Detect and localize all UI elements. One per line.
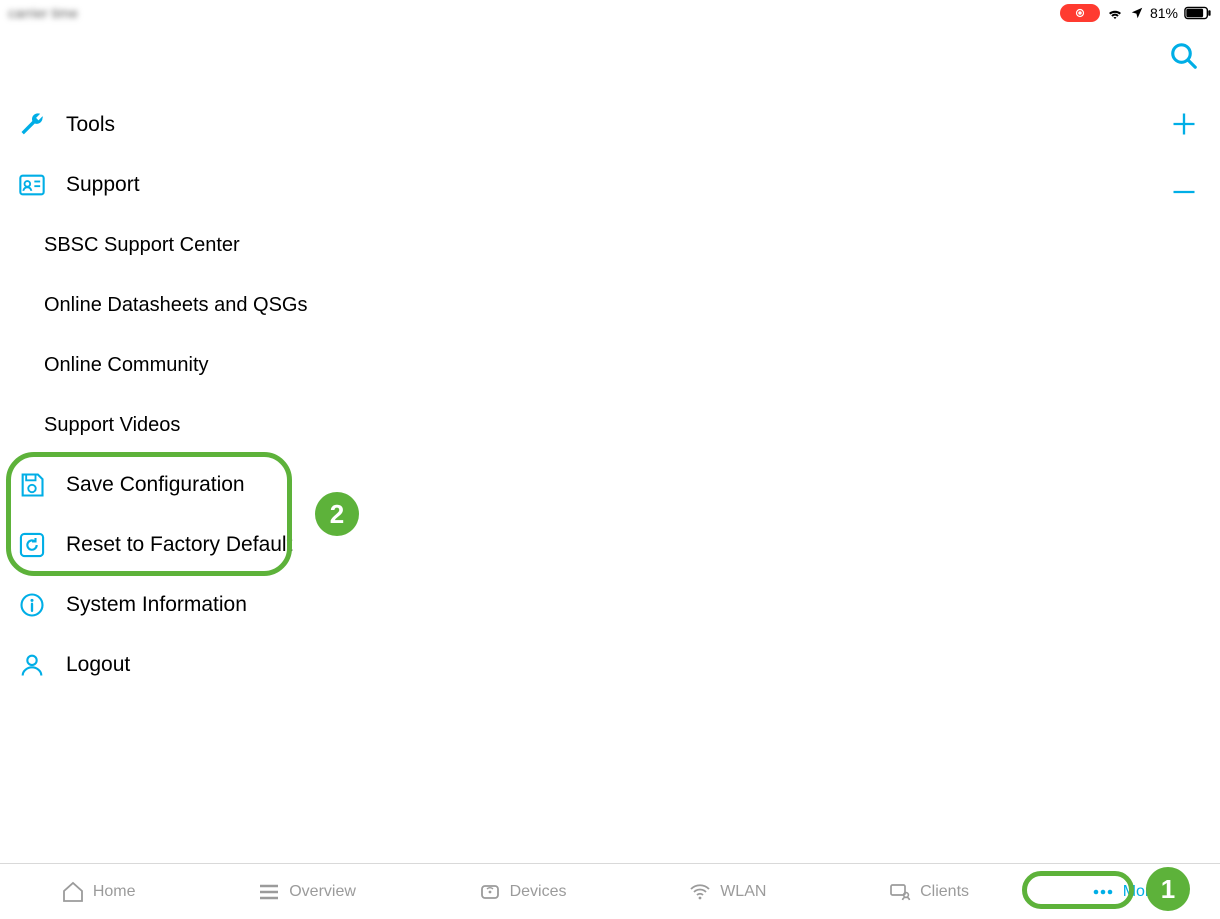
search-icon <box>1169 41 1199 71</box>
status-carrier-time: carrier time <box>8 5 78 21</box>
tab-label: Clients <box>920 883 969 901</box>
support-item-datasheets[interactable]: Online Datasheets and QSGs <box>14 275 614 335</box>
bottom-tab-bar: Home Overview Devices WLAN Clients More <box>0 863 1220 919</box>
clients-icon <box>888 880 912 904</box>
menu-label: Tools <box>66 113 115 137</box>
tab-label: Home <box>93 883 136 901</box>
tab-overview[interactable]: Overview <box>247 874 366 910</box>
more-dots-icon <box>1091 880 1115 904</box>
reset-icon <box>16 529 48 561</box>
tab-label: WLAN <box>720 883 766 901</box>
battery-icon <box>1184 6 1212 20</box>
tab-devices[interactable]: Devices <box>468 874 577 910</box>
top-actions <box>1168 40 1200 208</box>
device-icon <box>478 880 502 904</box>
add-button[interactable] <box>1168 108 1200 140</box>
menu-item-system-information[interactable]: System Information <box>14 575 614 635</box>
menu-item-save-configuration[interactable]: Save Configuration <box>14 455 614 515</box>
support-item-community[interactable]: Online Community <box>14 335 614 395</box>
tab-label: Devices <box>510 883 567 901</box>
status-bar: carrier time 81% <box>0 0 1220 26</box>
menu-item-tools[interactable]: Tools <box>14 95 614 155</box>
wrench-icon <box>16 109 48 141</box>
wifi-icon <box>1106 6 1124 20</box>
menu-label: SBSC Support Center <box>44 234 240 257</box>
menu-item-support[interactable]: Support <box>14 155 614 215</box>
minus-icon <box>1170 178 1198 206</box>
menu-label: Reset to Factory Default <box>66 533 292 557</box>
plus-icon <box>1170 110 1198 138</box>
menu-item-logout[interactable]: Logout <box>14 635 614 695</box>
collapse-button[interactable] <box>1168 176 1200 208</box>
info-icon <box>16 589 48 621</box>
battery-percent: 81% <box>1150 5 1178 21</box>
tab-wlan[interactable]: WLAN <box>678 874 776 910</box>
search-button[interactable] <box>1168 40 1200 72</box>
user-icon <box>16 649 48 681</box>
menu-label: Online Community <box>44 354 209 377</box>
menu-label: Save Configuration <box>66 473 245 497</box>
floppy-disk-icon <box>16 469 48 501</box>
menu-label: System Information <box>66 593 247 617</box>
screen-record-indicator <box>1060 4 1100 22</box>
tab-clients[interactable]: Clients <box>878 874 979 910</box>
status-right: 81% <box>1060 4 1212 22</box>
menu-lines-icon <box>257 880 281 904</box>
menu-label: Online Datasheets and QSGs <box>44 294 307 317</box>
more-menu: Tools Support SBSC Support Center Online… <box>14 95 614 695</box>
location-icon <box>1130 6 1144 20</box>
id-card-icon <box>16 169 48 201</box>
menu-item-reset-factory[interactable]: Reset to Factory Default <box>14 515 614 575</box>
support-item-videos[interactable]: Support Videos <box>14 395 614 455</box>
support-item-sbsc[interactable]: SBSC Support Center <box>14 215 614 275</box>
tab-label: Overview <box>289 883 356 901</box>
tab-home[interactable]: Home <box>51 874 146 910</box>
wifi-icon <box>688 880 712 904</box>
menu-label: Support Videos <box>44 414 180 437</box>
tab-more[interactable]: More <box>1081 874 1169 910</box>
home-icon <box>61 880 85 904</box>
menu-label: Logout <box>66 653 130 677</box>
menu-label: Support <box>66 173 140 197</box>
tab-label: More <box>1123 883 1159 901</box>
